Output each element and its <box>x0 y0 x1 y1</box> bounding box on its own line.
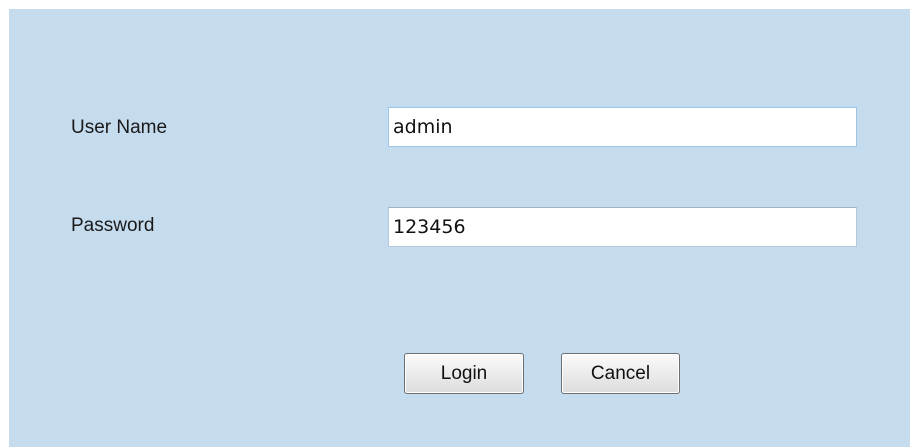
login-panel: User Name Password Login Cancel <box>9 9 910 447</box>
login-button[interactable]: Login <box>404 353 524 394</box>
username-label: User Name <box>71 117 168 138</box>
cancel-button[interactable]: Cancel <box>561 353 680 394</box>
password-label: Password <box>71 215 155 236</box>
password-input[interactable] <box>388 207 857 247</box>
username-input[interactable] <box>388 107 857 147</box>
